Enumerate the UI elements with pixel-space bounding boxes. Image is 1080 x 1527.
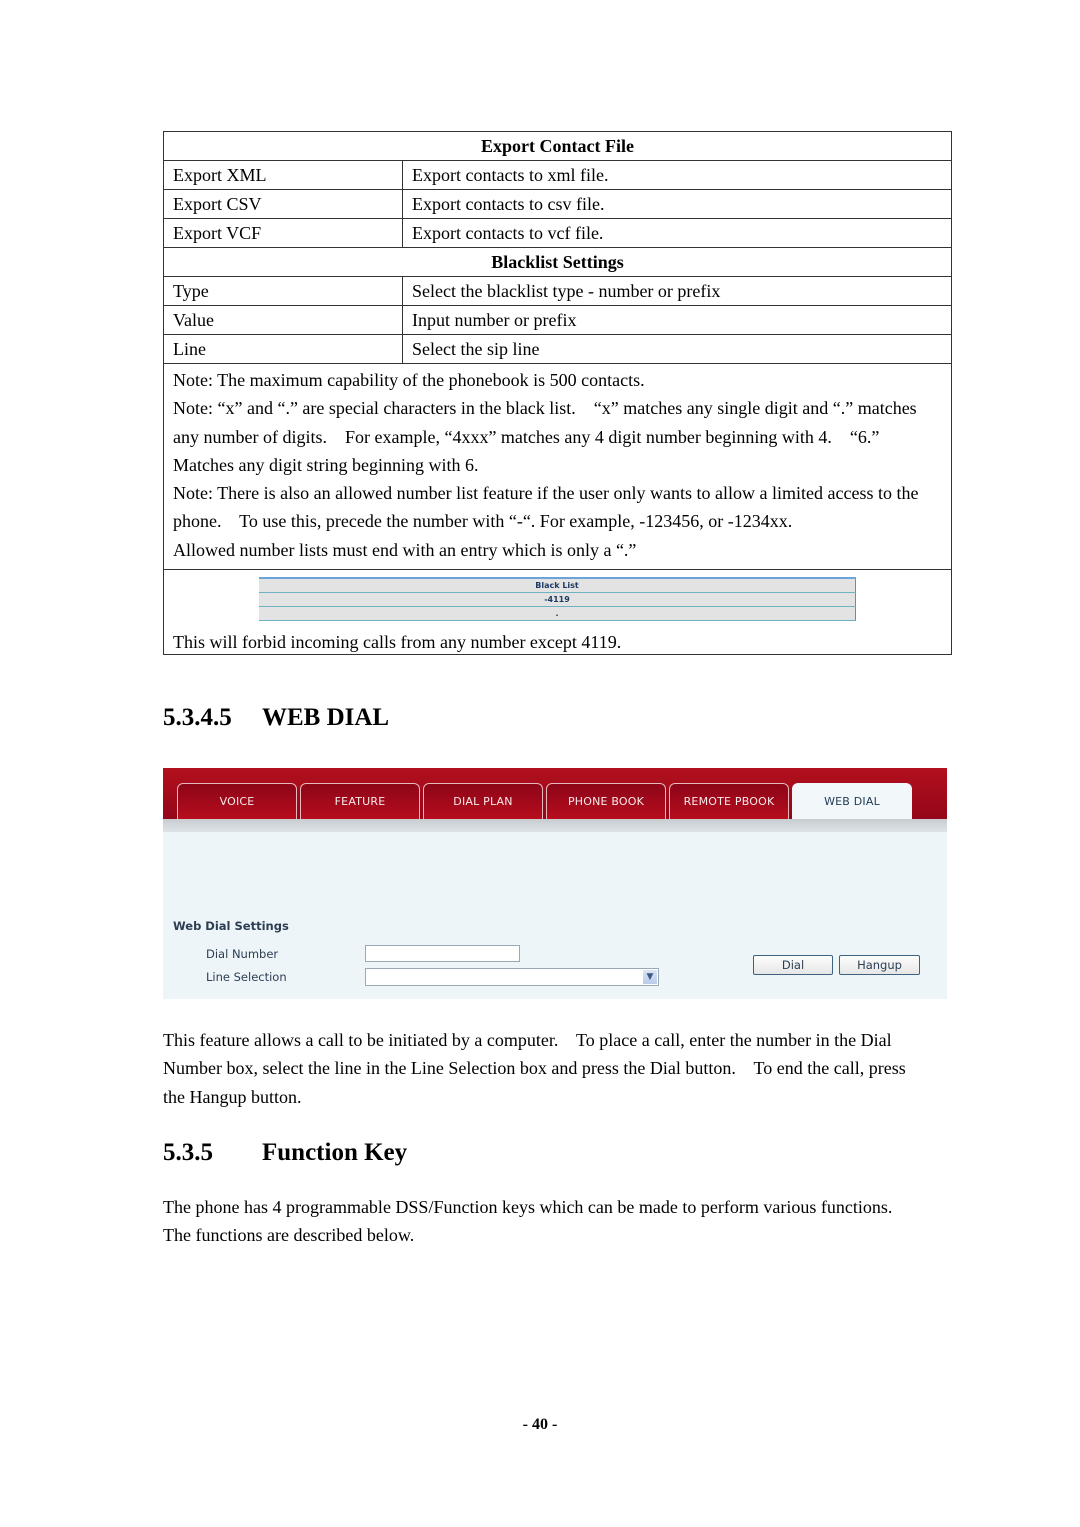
row-description: Input number or prefix (402, 305, 952, 335)
tab-web-dial[interactable]: WEB DIAL (792, 783, 912, 819)
row-item: Value (163, 305, 403, 335)
section-title: WEB DIAL (262, 704, 390, 731)
section-header-blacklist: Blacklist Settings (163, 247, 952, 277)
table-row: Export CSV Export contacts to csv file. (163, 189, 952, 219)
web-dial-description: This feature allows a call to be initiat… (163, 1030, 906, 1107)
web-dial-settings-title: Web Dial Settings (173, 919, 289, 933)
tab-list: VOICE FEATURE DIAL PLAN PHONE BOOK REMOT… (177, 783, 912, 819)
tab-remote-pbook[interactable]: REMOTE PBOOK (669, 783, 789, 819)
section-title: Function Key (262, 1139, 408, 1166)
row-item: Export XML (163, 160, 403, 190)
section-number: 5.3.5 (163, 1139, 213, 1166)
table-row: Export VCF Export contacts to vcf file. (163, 218, 952, 248)
row-item: Type (163, 276, 403, 306)
line-selection-label: Line Selection (206, 970, 287, 984)
blacklist-example-screenshot: Black List -4119 . (259, 577, 856, 622)
function-key-description: The phone has 4 programmable DSS/Functio… (163, 1197, 893, 1246)
notes-cell: Note: The maximum capability of the phon… (163, 362, 952, 571)
chevron-down-icon[interactable]: ▼ (643, 970, 657, 984)
dial-button[interactable]: Dial (753, 955, 833, 975)
page-number: - 40 - (522, 1416, 558, 1433)
row-item: Export CSV (163, 189, 403, 219)
tab-dial-plan[interactable]: DIAL PLAN (423, 783, 543, 819)
tab-phone-book[interactable]: PHONE BOOK (546, 783, 666, 819)
row-description: Export contacts to xml file. (402, 160, 952, 190)
note-special-characters: Note: “x” and “.” are special characters… (173, 398, 917, 475)
line-selection-select[interactable]: ▼ (365, 968, 659, 986)
blacklist-header: Black List (259, 577, 856, 594)
tab-bar: VOICE FEATURE DIAL PLAN PHONE BOOK REMOT… (163, 768, 947, 819)
table-row: Value Input number or prefix (163, 305, 952, 335)
section-number: 5.3.4.5 (163, 704, 232, 731)
row-description: Select the blacklist type - number or pr… (402, 276, 952, 306)
note-allowed-list-end: Allowed number lists must end with an en… (173, 539, 637, 560)
sub-navigation-bar (163, 819, 947, 832)
section-header-export: Export Contact File (163, 131, 952, 161)
note-phonebook-capacity: Note: The maximum capability of the phon… (173, 370, 645, 390)
tab-feature[interactable]: FEATURE (300, 783, 420, 819)
table-row: Line Select the sip line (163, 334, 952, 364)
row-item: Line (163, 334, 403, 364)
note-allowed-list: Note: There is also an allowed number li… (173, 483, 919, 532)
row-description: Export contacts to csv file. (402, 189, 952, 219)
section-heading-web-dial: 5.3.4.5 WEB DIAL (163, 704, 389, 732)
example-caption: This will forbid incoming calls from any… (173, 632, 622, 653)
row-item: Export VCF (163, 218, 403, 248)
blacklist-example-cell: Black List -4119 . This will forbid inco… (163, 569, 952, 656)
dial-number-input[interactable] (365, 945, 520, 962)
table-section-row: Export Contact File (163, 131, 952, 161)
table-row: Export XML Export contacts to xml file. (163, 160, 952, 190)
hangup-button[interactable]: Hangup (839, 955, 920, 975)
tab-voice[interactable]: VOICE (177, 783, 297, 819)
notes-row: Note: The maximum capability of the phon… (163, 362, 952, 571)
row-description: Select the sip line (402, 334, 952, 364)
blacklist-entry: . (259, 606, 856, 622)
table-row: Type Select the blacklist type - number … (163, 276, 952, 306)
table-section-row: Blacklist Settings (163, 247, 952, 277)
dial-number-label: Dial Number (206, 947, 279, 961)
phonebook-reference-table: Export Contact File Export XML Export co… (163, 131, 952, 656)
row-description: Export contacts to vcf file. (402, 218, 952, 248)
web-dial-screenshot: VOICE FEATURE DIAL PLAN PHONE BOOK REMOT… (163, 768, 947, 999)
blacklist-entry: -4119 (259, 592, 856, 608)
example-row: Black List -4119 . This will forbid inco… (163, 569, 952, 656)
section-heading-function-key: 5.3.5 Function Key (163, 1139, 407, 1167)
